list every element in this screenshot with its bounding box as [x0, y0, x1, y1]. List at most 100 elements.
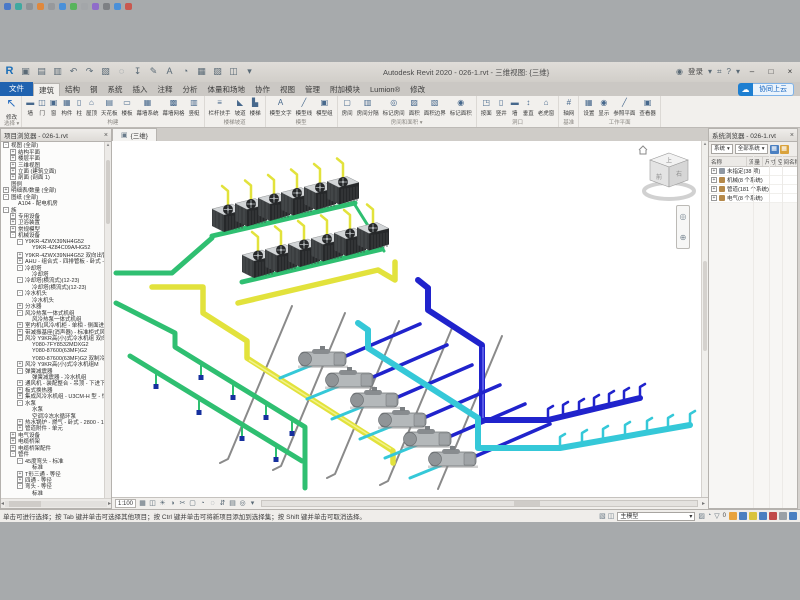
ribbon-button[interactable]: ▨面积: [407, 97, 422, 120]
tree-item[interactable]: + AHU - 组合式 - 四排管板 - 卧式 - 标准 - 2000 - 10…: [1, 258, 104, 264]
expand-toggle-icon[interactable]: -: [10, 451, 16, 457]
expand-toggle-icon[interactable]: +: [17, 419, 23, 425]
ribbon-tab[interactable]: 附加模块: [325, 83, 365, 96]
view-control-icon[interactable]: ▢: [188, 499, 197, 508]
desktop-toolbar-icon[interactable]: [15, 3, 22, 10]
ribbon-button[interactable]: ▯柱: [74, 97, 84, 120]
expand-toggle-icon[interactable]: +: [17, 471, 23, 477]
selection-toggle-icon[interactable]: [789, 512, 797, 520]
expand-toggle-icon[interactable]: +: [17, 393, 23, 399]
expand-toggle-icon[interactable]: +: [17, 387, 23, 393]
ribbon-button[interactable]: ◎标记房间: [381, 97, 407, 120]
view-control-icon[interactable]: ▦: [138, 499, 147, 508]
column-header[interactable]: 空间名称: [776, 157, 797, 166]
ribbon-button[interactable]: ╱参照平面: [611, 97, 637, 120]
qat-button-icon[interactable]: ◫: [227, 65, 240, 78]
ribbon-tab[interactable]: 协作: [250, 83, 275, 96]
expand-toggle-icon[interactable]: +: [10, 213, 16, 219]
canvas-hscrollbar[interactable]: [261, 500, 698, 507]
collab-plugin-button[interactable]: ☁ 协同上云: [738, 83, 794, 96]
hscroll-right-arrow-icon[interactable]: ▸: [702, 500, 705, 507]
view-tab-3d[interactable]: ▣ {三维}: [112, 128, 157, 141]
ribbon-button[interactable]: ▬墙: [509, 97, 521, 120]
qat-button-icon[interactable]: ▤: [35, 65, 48, 78]
ribbon-button[interactable]: #轴网: [561, 97, 576, 120]
qat-button-icon[interactable]: ↶: [67, 65, 80, 78]
viewcube-home-icon[interactable]: [639, 146, 647, 154]
desktop-toolbar-icon[interactable]: [59, 3, 66, 10]
ribbon-tab[interactable]: 钢: [85, 83, 103, 96]
discipline-select[interactable]: 全部系统▾: [735, 144, 768, 154]
expand-toggle-icon[interactable]: +: [10, 438, 16, 444]
qat-button-icon[interactable]: ◌: [115, 65, 128, 78]
expand-toggle-icon[interactable]: +: [17, 361, 23, 367]
expand-toggle-icon[interactable]: +: [3, 187, 9, 193]
ribbon-button[interactable]: ◉显示: [596, 97, 611, 120]
selection-toggle-icon[interactable]: [779, 512, 787, 520]
qat-button-icon[interactable]: ▣: [19, 65, 32, 78]
expand-toggle-icon[interactable]: -: [17, 277, 23, 283]
expand-toggle-icon[interactable]: +: [711, 168, 717, 174]
expand-toggle-icon[interactable]: -: [17, 335, 23, 341]
selection-toggle-icon[interactable]: [769, 512, 777, 520]
ribbon-tab[interactable]: Lumion®: [365, 83, 405, 96]
workset-icon[interactable]: ◫: [608, 512, 615, 520]
desktop-toolbar-icon[interactable]: [81, 3, 88, 10]
canvas-vscrollbar[interactable]: ▴: [701, 141, 708, 497]
view-control-icon[interactable]: ☀: [158, 499, 167, 508]
expand-toggle-icon[interactable]: -: [17, 239, 23, 245]
expand-toggle-icon[interactable]: +: [17, 380, 23, 386]
expand-toggle-icon[interactable]: -: [3, 194, 9, 200]
ribbon-tab[interactable]: 修改: [405, 83, 430, 96]
model-pipes-blue[interactable]: [346, 280, 645, 456]
model-pipes-yellow[interactable]: [152, 262, 395, 463]
system-browser-tool-icon[interactable]: ▦: [770, 145, 779, 154]
view-control-icon[interactable]: ◫: [148, 499, 157, 508]
expand-toggle-icon[interactable]: +: [10, 432, 16, 438]
viewcube[interactable]: 上 前 右: [639, 146, 694, 199]
scrollbar-thumb[interactable]: [703, 261, 707, 351]
desktop-toolbar-icon[interactable]: [125, 3, 132, 10]
ribbon-button[interactable]: ▧面积边界: [422, 97, 448, 120]
ribbon-button[interactable]: ◫门: [36, 97, 48, 120]
column-header[interactable]: 流量: [747, 157, 763, 166]
view-control-icon[interactable]: ◑: [168, 499, 177, 508]
ribbon-button[interactable]: ▥竖梃: [187, 97, 202, 120]
view-control-icon[interactable]: ▤: [228, 499, 237, 508]
navigation-tool-icon[interactable]: ⊕: [680, 233, 687, 242]
workset-select[interactable]: 主模型▾: [617, 512, 695, 521]
titlebar-icon[interactable]: ▾: [736, 67, 740, 77]
titlebar-icon[interactable]: ⌗: [717, 67, 722, 77]
ribbon-button[interactable]: ▤天花板: [99, 97, 120, 120]
expand-toggle-icon[interactable]: +: [711, 177, 717, 183]
tree-item[interactable]: + 集成风冷水机组 - U3CM-H 型 - 恒温型 - 108-175-CN: [1, 393, 104, 399]
ribbon-button[interactable]: ╱模型线: [294, 97, 315, 120]
view-control-icon[interactable]: ◌: [208, 499, 217, 508]
ribbon-button[interactable]: ⌂屋顶: [84, 97, 99, 120]
qat-button-icon[interactable]: ▦: [195, 65, 208, 78]
viewcube-front-label[interactable]: 前: [656, 173, 662, 181]
ribbon-tab[interactable]: 注释: [153, 83, 178, 96]
qat-button-icon[interactable]: ◔: [179, 65, 192, 78]
signin-button[interactable]: 登录: [688, 66, 703, 77]
desktop-toolbar-icon[interactable]: [103, 3, 110, 10]
workset-icon[interactable]: ▧: [599, 512, 606, 520]
expand-toggle-icon[interactable]: -: [17, 290, 23, 296]
tree-item[interactable]: 标准: [1, 490, 104, 496]
desktop-toolbar-icon[interactable]: [70, 3, 77, 10]
desktop-toolbar-icon[interactable]: [37, 3, 44, 10]
qat-button-icon[interactable]: ▨: [211, 65, 224, 78]
signin-caret-icon[interactable]: ▾: [708, 67, 712, 76]
ribbon-button[interactable]: A模型文字: [268, 97, 294, 120]
expand-toggle-icon[interactable]: -: [17, 310, 23, 316]
expand-toggle-icon[interactable]: +: [10, 168, 16, 174]
qat-button-icon[interactable]: ▾: [243, 65, 256, 78]
ribbon-button[interactable]: ▣查看器: [637, 97, 658, 120]
expand-toggle-icon[interactable]: +: [10, 162, 16, 168]
expand-toggle-icon[interactable]: -: [17, 458, 23, 464]
navigation-tool-icon[interactable]: ◎: [680, 212, 687, 221]
desktop-toolbar-icon[interactable]: [92, 3, 99, 10]
project-browser-vscrollbar[interactable]: ▴: [104, 142, 111, 498]
expand-toggle-icon[interactable]: -: [17, 368, 23, 374]
ribbon-button[interactable]: ▣模型组: [314, 97, 335, 120]
